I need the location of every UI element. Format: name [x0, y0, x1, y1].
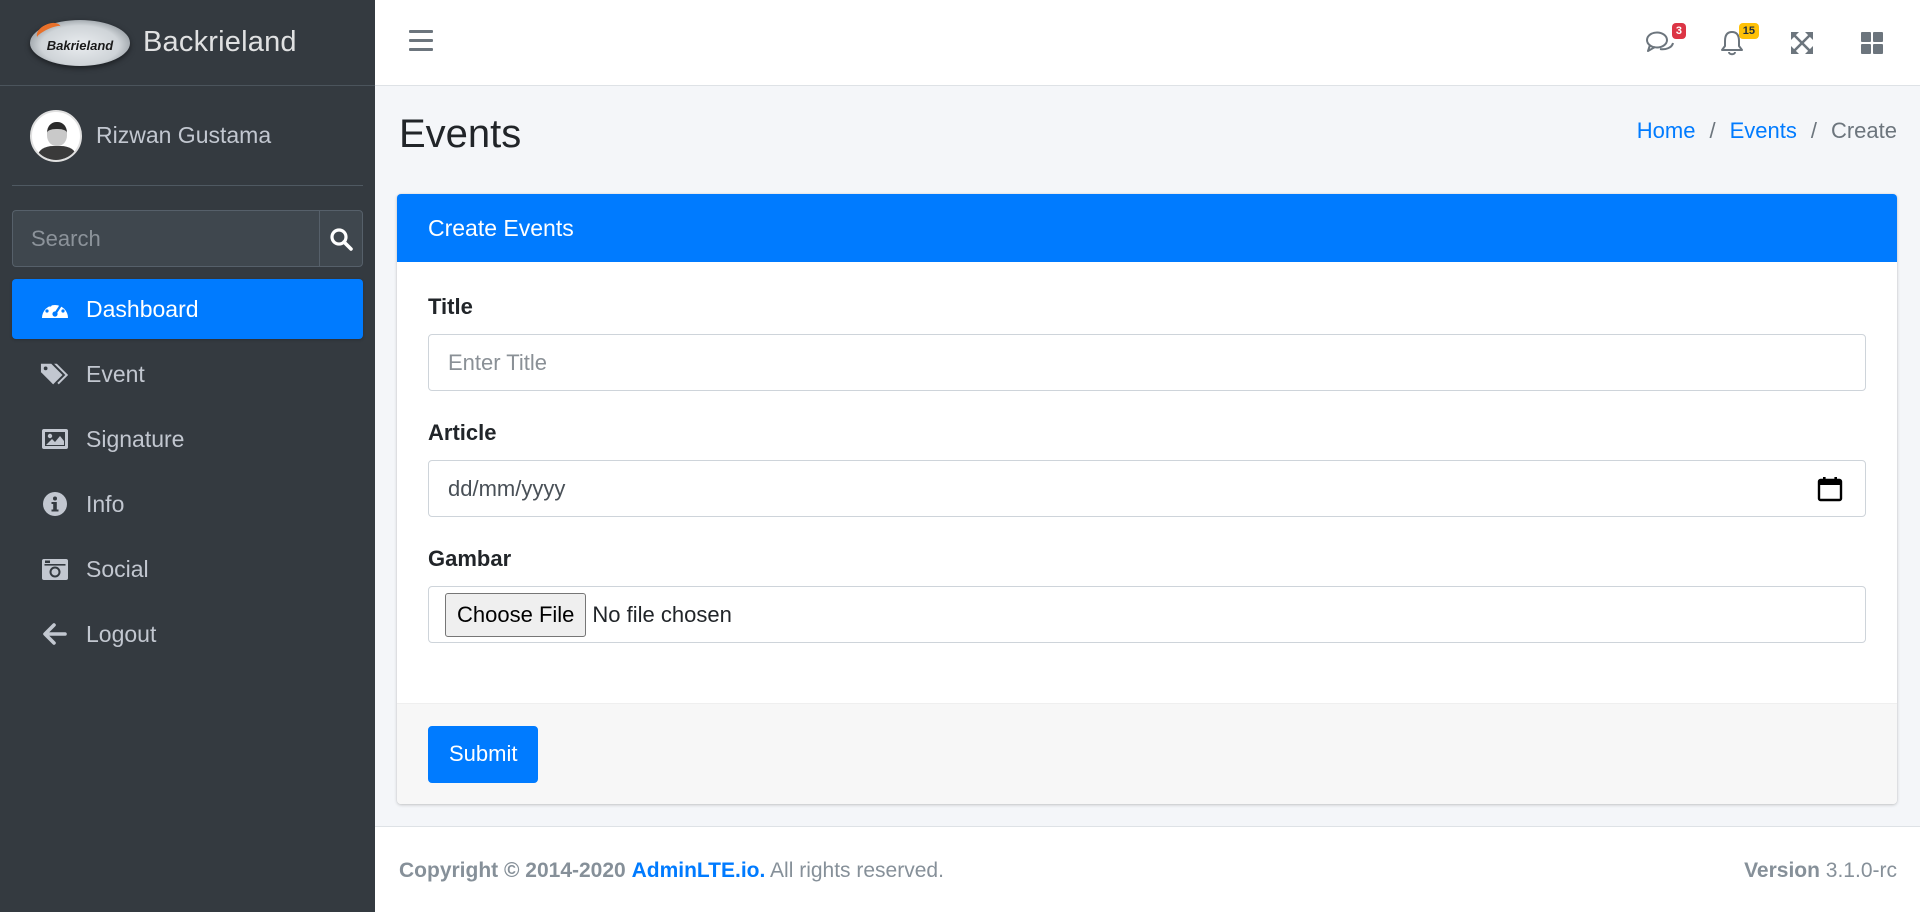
breadcrumb-events[interactable]: Events — [1730, 118, 1797, 144]
create-events-card: Create Events Title Enter Title Article … — [397, 194, 1897, 804]
version-number: 3.1.0-rc — [1825, 859, 1897, 882]
sidebar-item-logout[interactable]: Logout — [12, 604, 363, 664]
title-label: Title — [428, 294, 473, 319]
content-header: Events Home / Events / Create — [399, 100, 1897, 170]
article-date-value: dd/mm/yyyy — [448, 475, 566, 501]
sidebar-item-dashboard[interactable]: Dashboard — [12, 279, 363, 339]
brand-name: Backrieland — [143, 26, 297, 58]
image-icon — [40, 424, 70, 454]
avatar[interactable] — [30, 109, 82, 162]
card-footer: Submit — [397, 703, 1897, 804]
fullscreen-button[interactable] — [1785, 26, 1819, 60]
control-sidebar-button[interactable] — [1855, 26, 1889, 60]
dashboard-icon — [40, 294, 70, 324]
messages-button[interactable]: 3 — [1643, 23, 1686, 60]
calendar-icon[interactable] — [1817, 476, 1843, 502]
sidebar-item-signature[interactable]: Signature — [12, 409, 363, 469]
card-body: Title Enter Title Article dd/mm/yyyy Gam… — [397, 262, 1897, 703]
title-placeholder: Enter Title — [448, 349, 548, 375]
title-input[interactable]: Enter Title — [428, 334, 1866, 391]
copyright: Copyright © 2014-2020 AdminLTE.io. All r… — [399, 859, 944, 883]
user-name[interactable]: Rizwan Gustama — [96, 122, 271, 149]
sidebar-item-social[interactable]: Social — [12, 539, 363, 599]
breadcrumb-home[interactable]: Home — [1637, 118, 1696, 144]
search-button[interactable] — [319, 210, 363, 267]
breadcrumb-current: Create — [1830, 118, 1897, 143]
submit-button[interactable]: Submit — [428, 725, 539, 783]
brand-logo: Bakrieland — [30, 18, 130, 66]
copyright-text: Copyright © 2014-2020 — [399, 859, 626, 882]
card-title: Create Events — [397, 194, 1897, 262]
comments-icon — [1646, 31, 1674, 52]
menu-toggle-icon[interactable] — [409, 30, 433, 52]
sidebar-item-event[interactable]: Event — [12, 344, 363, 404]
rights-text: All rights reserved. — [770, 859, 944, 882]
breadcrumb-separator: / — [1709, 118, 1716, 143]
breadcrumb: Home / Events / Create — [1637, 118, 1897, 144]
article-label: Article — [428, 420, 497, 445]
tags-icon — [40, 359, 70, 389]
gambar-file-input[interactable]: Choose File No file chosen — [428, 586, 1866, 643]
gambar-label: Gambar — [428, 546, 512, 571]
th-large-icon — [1861, 32, 1883, 54]
file-status: No file chosen — [592, 601, 732, 627]
version-info: Version 3.1.0-rc — [1744, 859, 1897, 883]
search-icon — [330, 227, 353, 251]
arrow-left-icon — [40, 619, 70, 649]
messages-badge: 3 — [1671, 23, 1686, 39]
expand-arrows-icon — [1791, 32, 1813, 54]
user-panel: Rizwan Gustama — [12, 86, 363, 186]
brand-link[interactable]: Bakrieland Backrieland — [0, 0, 375, 86]
top-navbar: 3 15 — [375, 0, 1920, 86]
info-circle-icon — [40, 489, 70, 519]
notifications-button[interactable]: 15 — [1715, 23, 1759, 60]
main-sidebar: Bakrieland Backrieland Rizwan Gustama Se… — [0, 0, 375, 912]
main-footer: Copyright © 2014-2020 AdminLTE.io. All r… — [375, 826, 1920, 912]
page-title: Events — [399, 112, 522, 156]
camera-retro-icon — [40, 554, 70, 584]
sidebar-nav: Dashboard Event Signature Info Social Lo… — [12, 279, 363, 664]
sidebar-item-info[interactable]: Info — [12, 474, 363, 534]
search-input[interactable] — [12, 210, 319, 267]
notifications-badge: 15 — [1738, 23, 1759, 39]
sidebar-search — [12, 210, 363, 267]
breadcrumb-separator: / — [1810, 118, 1817, 143]
adminlte-link[interactable]: AdminLTE.io. — [632, 859, 766, 882]
choose-file-button[interactable]: Choose File — [445, 592, 587, 637]
article-date-input[interactable]: dd/mm/yyyy — [428, 460, 1866, 517]
version-label: Version — [1744, 859, 1820, 882]
